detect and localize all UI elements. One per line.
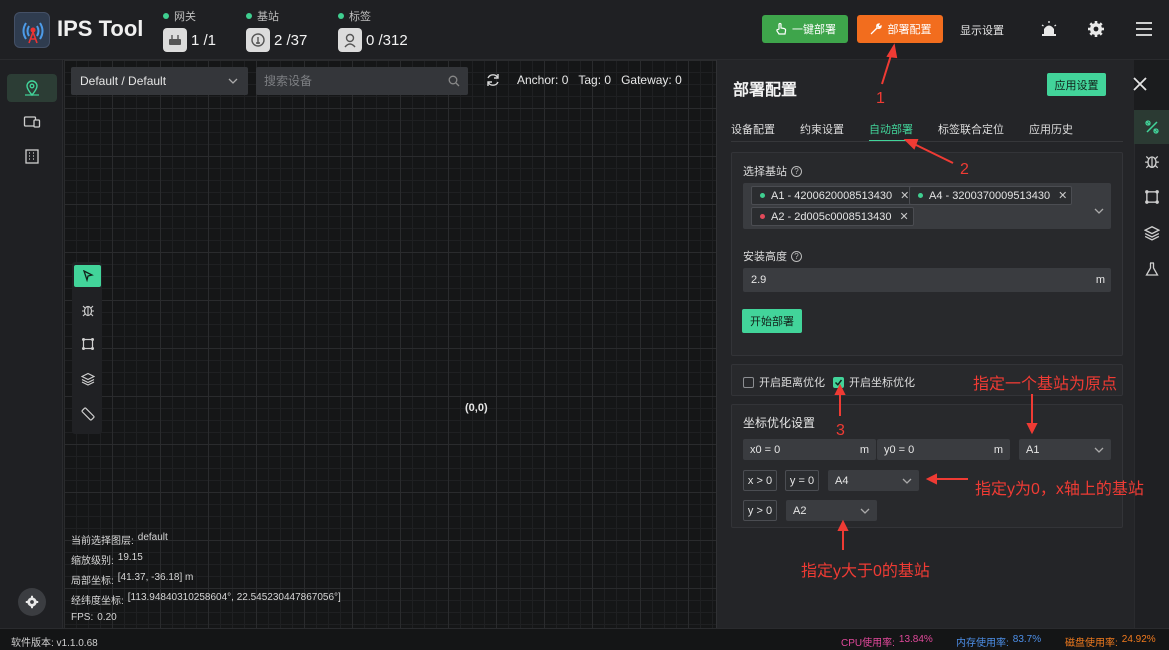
annotation-number-1: 1 [876, 90, 885, 107]
annotation-number-2: 2 [960, 161, 969, 178]
annotation-number-3: 3 [836, 422, 845, 439]
annotation-xaxis-note: 指定y为0，x轴上的基站 [975, 481, 1144, 498]
annotation-arrows [834, 43, 1038, 550]
annotation-origin-note: 指定一个基站为原点 [973, 376, 1118, 393]
annotation-ypos-note: 指定y大于0的基站 [801, 563, 930, 580]
